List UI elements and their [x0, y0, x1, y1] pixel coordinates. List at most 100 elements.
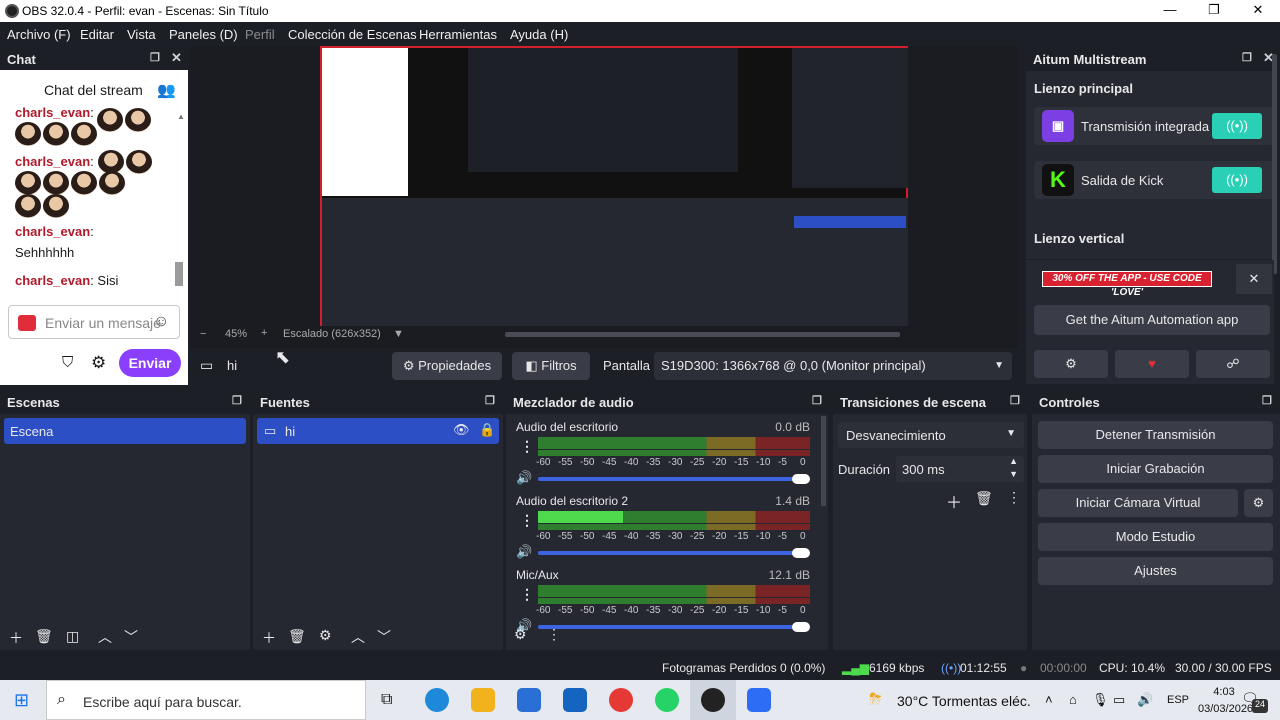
trash-icon[interactable]: 🗑 [288, 628, 306, 645]
audio-meter [538, 585, 810, 597]
whatsapp-icon[interactable] [655, 688, 679, 712]
obs-taskbar-button[interactable] [690, 680, 736, 720]
minimize-button[interactable]: — [1148, 0, 1192, 22]
users-icon[interactable]: 👥 [157, 81, 176, 99]
network-icon[interactable]: ▭ [1113, 692, 1125, 708]
more-icon[interactable]: ⋮ [547, 626, 561, 643]
promo-banner[interactable]: 30% OFF THE APP - USE CODE 'LOVE' [1042, 271, 1212, 298]
menu-edit[interactable]: Editar [80, 27, 114, 42]
add-icon[interactable]: ＋ [946, 489, 962, 513]
broadcast-toggle[interactable]: ((•)) [1212, 113, 1262, 139]
screen-select[interactable]: S19D300: 1366x768 @ 0,0 (Monitor princip… [654, 352, 1012, 380]
start-virtual-camera-button[interactable]: Iniciar Cámara Virtual [1038, 489, 1238, 517]
windows-start-icon[interactable]: ⊞ [14, 690, 29, 711]
zoom-out-icon[interactable]: − [200, 328, 206, 340]
undock-icon[interactable]: ❐ [150, 51, 160, 64]
gear-icon[interactable]: ⚙ [319, 627, 332, 644]
preview-scrollbar[interactable] [505, 332, 900, 337]
more-icon[interactable]: ⋮ [520, 438, 534, 455]
filters-button[interactable]: ◧ Filtros [512, 352, 590, 380]
volume-slider-knob[interactable] [792, 622, 810, 632]
trash-icon[interactable]: 🗑 [35, 628, 53, 645]
stop-streaming-button[interactable]: Detener Transmisión [1038, 421, 1273, 449]
volume-icon[interactable]: 🔊 [516, 544, 532, 560]
scroll-up-icon[interactable]: ▲ [177, 112, 185, 121]
aitum-scrollbar[interactable] [1272, 54, 1277, 274]
heart-icon[interactable]: ♥ [1115, 350, 1189, 378]
file-explorer-icon[interactable] [471, 688, 495, 712]
volume-slider[interactable] [538, 625, 800, 629]
move-down-icon[interactable]: ﹀ [124, 627, 138, 647]
discord-icon[interactable]: ☍ [1196, 350, 1270, 378]
menu-scene-collection[interactable]: Colección de Escenas [288, 27, 417, 42]
taskbar-search[interactable]: ⌕ Escribe aquí para buscar. [46, 680, 366, 720]
edge-icon[interactable] [425, 688, 449, 712]
broadcast-toggle[interactable]: ((•)) [1212, 167, 1262, 193]
weather-text[interactable]: 30°C Tormentas eléc. [897, 693, 1031, 709]
trash-icon[interactable]: 🗑 [975, 490, 993, 507]
language[interactable]: ESP [1167, 694, 1189, 706]
duration-input[interactable]: 300 ms ▲ ▼ [896, 456, 1024, 482]
zoom-in-icon[interactable]: + [261, 327, 267, 339]
stepper-down-icon[interactable]: ▼ [1009, 469, 1018, 479]
close-icon[interactable]: ✕ [171, 50, 182, 66]
undock-icon[interactable]: ❐ [812, 394, 822, 407]
chrome-icon[interactable] [609, 688, 633, 712]
transition-select[interactable]: Desvanecimiento ▼ [838, 422, 1024, 448]
get-app-button[interactable]: Get the Aitum Automation app [1034, 305, 1270, 335]
filter-icon[interactable]: ◫ [66, 628, 79, 645]
volume-icon[interactable]: 🔊 [1137, 692, 1153, 708]
app-icon[interactable] [747, 688, 771, 712]
restore-button[interactable]: ❐ [1192, 0, 1236, 22]
volume-slider[interactable] [538, 477, 800, 481]
start-recording-button[interactable]: Iniciar Grabación [1038, 455, 1273, 483]
volume-slider-knob[interactable] [792, 474, 810, 484]
menu-view[interactable]: Vista [127, 27, 156, 42]
clock-time[interactable]: 4:03 [1205, 686, 1243, 698]
outlook-icon[interactable] [563, 688, 587, 712]
close-icon[interactable]: ✕ [1236, 264, 1272, 294]
more-icon[interactable]: ⋮ [520, 512, 534, 529]
gear-icon[interactable]: ⚙ [1244, 489, 1273, 517]
gear-icon[interactable]: ⚙ [1034, 350, 1108, 378]
menu-help[interactable]: Ayuda (H) [510, 27, 568, 42]
move-down-icon[interactable]: ﹀ [377, 627, 391, 647]
chat-scrollbar[interactable] [175, 262, 183, 286]
move-up-icon[interactable]: ︿ [98, 627, 112, 647]
menu-docks[interactable]: Paneles (D) [169, 27, 238, 42]
volume-slider-knob[interactable] [792, 548, 810, 558]
task-view-icon[interactable]: ⧉ [381, 691, 392, 709]
source-item[interactable]: ▭ hi 👁 🔒 [257, 418, 499, 444]
preview-canvas[interactable] [320, 46, 908, 326]
studio-mode-button[interactable]: Modo Estudio [1038, 523, 1273, 551]
more-icon[interactable]: ⋮ [520, 586, 534, 603]
undock-icon[interactable]: ❐ [1262, 394, 1272, 407]
lock-icon[interactable]: 🔒 [479, 422, 495, 438]
undock-icon[interactable]: ❐ [1010, 394, 1020, 407]
close-window-button[interactable]: ✕ [1236, 0, 1280, 22]
chevron-down-icon[interactable]: ▼ [393, 328, 404, 340]
add-icon[interactable]: ＋ [9, 628, 23, 648]
menu-profile[interactable]: Perfil [245, 27, 275, 42]
eye-icon[interactable]: 👁 [453, 422, 470, 438]
emoji-icon[interactable]: ☺ [153, 313, 169, 331]
undock-icon[interactable]: ❐ [1242, 51, 1252, 64]
mixer-scrollbar[interactable] [821, 416, 826, 506]
move-up-icon[interactable]: ︿ [351, 627, 365, 647]
undock-icon[interactable]: ❐ [485, 394, 495, 407]
menu-tools[interactable]: Herramientas [419, 27, 497, 42]
mixer-settings-icon[interactable]: ⚙ [514, 626, 527, 643]
store-icon[interactable] [517, 688, 541, 712]
chat-input[interactable]: Enviar un mensaje ☺ [8, 305, 180, 339]
more-icon[interactable]: ⋮ [1007, 489, 1021, 506]
settings-button[interactable]: Ajustes [1038, 557, 1273, 585]
undock-icon[interactable]: ❐ [232, 394, 242, 407]
volume-slider[interactable] [538, 551, 800, 555]
volume-icon[interactable]: 🔊 [516, 470, 532, 486]
scene-item[interactable]: Escena [4, 418, 246, 444]
chevron-up-icon[interactable]: ˄ [1045, 692, 1053, 707]
stepper-up-icon[interactable]: ▲ [1009, 456, 1018, 466]
menu-file[interactable]: Archivo (F) [7, 27, 71, 42]
properties-button[interactable]: ⚙ Propiedades [392, 352, 502, 380]
add-icon[interactable]: ＋ [262, 628, 276, 648]
